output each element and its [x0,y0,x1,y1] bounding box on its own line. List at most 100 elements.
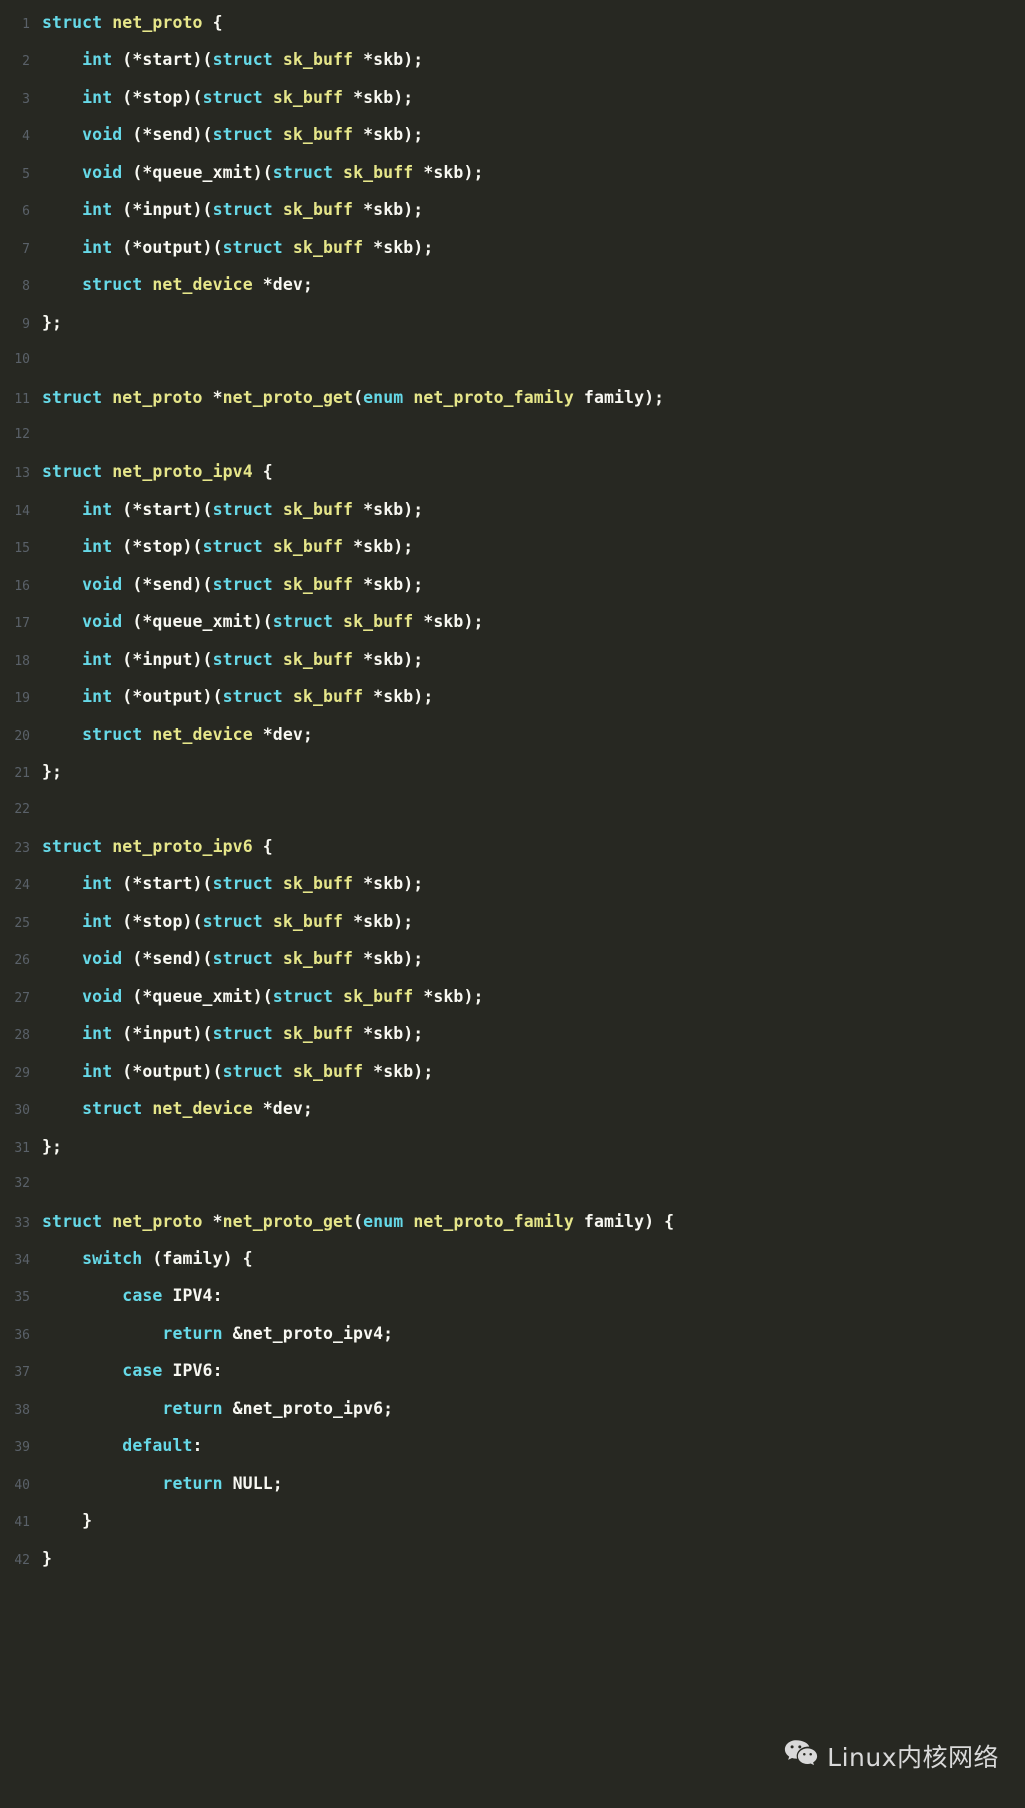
code-token: IPV4: [162,1286,223,1306]
line-number: 35 [14,1290,30,1306]
code-token: int [82,200,113,220]
code-token: switch [82,1248,143,1268]
line-number: 17 [14,616,30,632]
code-text[interactable]: struct net_proto_ipv4 { [30,453,273,490]
code-text[interactable]: int (*input)(struct sk_buff *skb); [30,191,423,228]
line-number: 6 [22,204,30,220]
code-text[interactable]: } [30,1540,52,1577]
code-token: sk_buff [343,612,414,632]
code-text[interactable]: void (*queue_xmit)(struct sk_buff *skb); [30,154,484,191]
code-token: *skb); [363,687,434,707]
line-number: 9 [22,316,30,332]
code-text[interactable]: int (*start)(struct sk_buff *skb); [30,865,423,902]
code-token: struct [212,1024,273,1044]
line-number: 11 [14,391,30,407]
wechat-icon [784,1739,818,1773]
code-token: { [252,836,273,856]
code-text[interactable]: }; [30,753,62,790]
code-token: case [122,1286,163,1306]
code-text[interactable]: void (*queue_xmit)(struct sk_buff *skb); [30,978,484,1015]
code-text[interactable]: int (*output)(struct sk_buff *skb); [30,229,433,266]
code-token: (family) { [142,1248,253,1268]
code-text[interactable]: return &net_proto_ipv6; [30,1390,393,1427]
code-text[interactable]: default: [30,1427,203,1464]
code-text[interactable]: } [30,1502,92,1539]
code-text[interactable]: int (*stop)(struct sk_buff *skb); [30,79,413,116]
code-text[interactable]: int (*start)(struct sk_buff *skb); [30,41,423,78]
line-number: 34 [14,1252,30,1268]
code-token: (*stop)( [112,537,203,557]
code-text[interactable]: struct net_proto_ipv6 { [30,828,273,865]
code-token: struct [212,200,273,220]
code-text[interactable]: int (*stop)(struct sk_buff *skb); [30,528,413,565]
code-token: *skb); [363,1061,434,1081]
code-token: net_proto [112,1211,203,1231]
code-text[interactable]: void (*send)(struct sk_buff *skb); [30,116,423,153]
code-token: int [82,537,113,557]
code-text[interactable]: }; [30,304,62,341]
code-token: net_device [152,275,253,295]
line-number: 32 [14,1176,30,1192]
line-number: 37 [14,1365,30,1381]
code-text[interactable]: void (*send)(struct sk_buff *skb); [30,566,423,603]
code-text[interactable]: int (*output)(struct sk_buff *skb); [30,1053,433,1090]
line-number: 31 [14,1140,30,1156]
code-token: int [82,1024,113,1044]
code-line: 3 int (*stop)(struct sk_buff *skb); [0,79,1025,116]
code-token: (*output)( [112,237,223,257]
code-text[interactable]: int (*start)(struct sk_buff *skb); [30,491,423,528]
code-token: (*input)( [112,649,213,669]
code-text[interactable]: case IPV4: [30,1277,223,1314]
code-token: int [82,237,113,257]
code-token: struct [222,687,283,707]
code-line: 30 struct net_device *dev; [0,1090,1025,1127]
code-token: *skb); [413,162,484,182]
code-text[interactable]: struct net_proto *net_proto_get(enum net… [30,1203,674,1240]
code-token: (*start)( [112,499,213,519]
code-line: 26 void (*send)(struct sk_buff *skb); [0,940,1025,977]
code-text[interactable]: int (*output)(struct sk_buff *skb); [30,678,433,715]
code-text[interactable]: struct net_device *dev; [30,716,313,753]
code-text[interactable]: }; [30,1128,62,1165]
code-text[interactable]: int (*input)(struct sk_buff *skb); [30,1015,423,1052]
code-text[interactable]: return NULL; [30,1465,283,1502]
code-token: sk_buff [282,1024,354,1044]
code-line: 2 int (*start)(struct sk_buff *skb); [0,41,1025,78]
code-text[interactable]: switch (family) { [30,1240,253,1277]
code-token: struct [272,612,333,632]
code-text[interactable]: void (*queue_xmit)(struct sk_buff *skb); [30,603,484,640]
code-token: sk_buff [282,574,354,594]
code-token: (*stop)( [112,87,203,107]
code-token: (*input)( [112,200,213,220]
code-line: 16 void (*send)(struct sk_buff *skb); [0,566,1025,603]
code-text[interactable]: struct net_proto { [30,4,223,41]
code-token: net_proto_ipv4 [112,462,253,482]
code-token: net_proto_family [413,1211,574,1231]
code-text[interactable]: struct net_device *dev; [30,1090,313,1127]
code-text[interactable]: return &net_proto_ipv4; [30,1315,393,1352]
code-token: sk_buff [282,949,354,969]
code-line: 13 struct net_proto_ipv4 { [0,453,1025,490]
code-text[interactable]: struct net_proto *net_proto_get(enum net… [30,379,664,416]
code-text[interactable]: struct net_device *dev; [30,266,313,303]
code-token: *skb); [343,911,414,931]
code-token: *skb); [353,949,424,969]
code-token: int [82,687,113,707]
code-text[interactable]: void (*send)(struct sk_buff *skb); [30,940,423,977]
code-token: } [42,1548,53,1568]
code-text[interactable]: int (*stop)(struct sk_buff *skb); [30,903,413,940]
line-number: 7 [22,241,30,257]
code-token: sk_buff [282,50,354,70]
code-token: (*stop)( [112,911,203,931]
code-line: 29 int (*output)(struct sk_buff *skb); [0,1053,1025,1090]
code-text[interactable]: case IPV6: [30,1352,223,1389]
line-number: 21 [14,766,30,782]
code-text[interactable]: int (*input)(struct sk_buff *skb); [30,641,423,678]
line-number: 10 [14,352,30,368]
